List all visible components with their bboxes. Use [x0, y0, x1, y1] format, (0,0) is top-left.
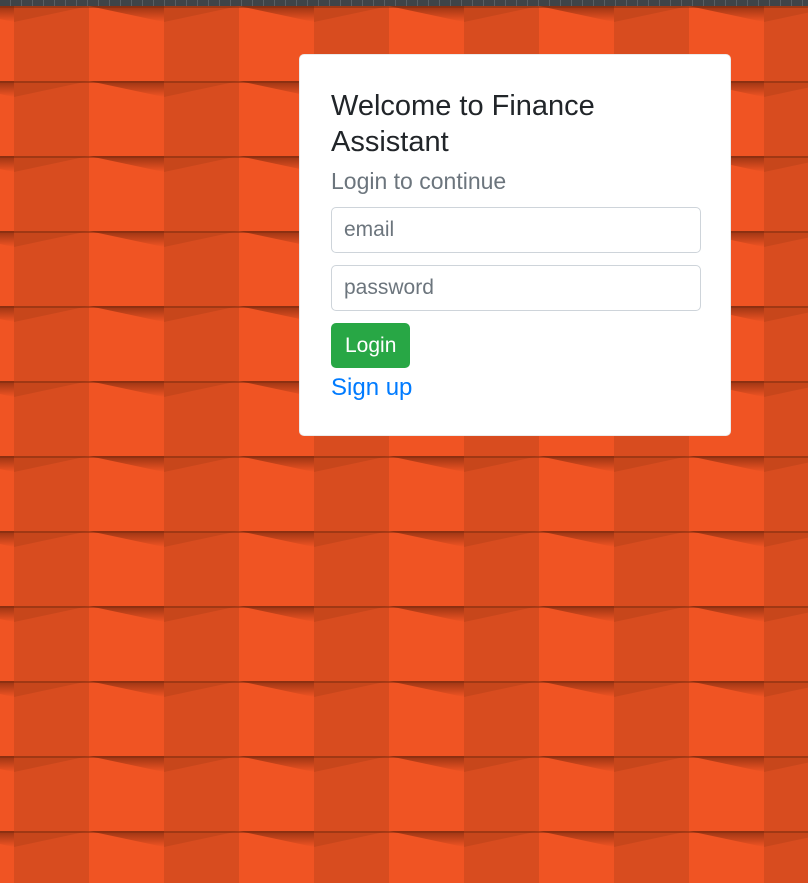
login-button[interactable]: Login [331, 323, 411, 368]
page-title: Welcome to Finance Assistant [331, 90, 595, 158]
signup-link[interactable]: Sign up [331, 372, 412, 404]
email-input[interactable] [331, 207, 701, 253]
top-edge-strip [0, 0, 808, 6]
login-card: Welcome to Finance Assistant Login to co… [299, 54, 731, 436]
password-input[interactable] [331, 265, 701, 311]
login-subtitle: Login to continue [331, 168, 507, 194]
